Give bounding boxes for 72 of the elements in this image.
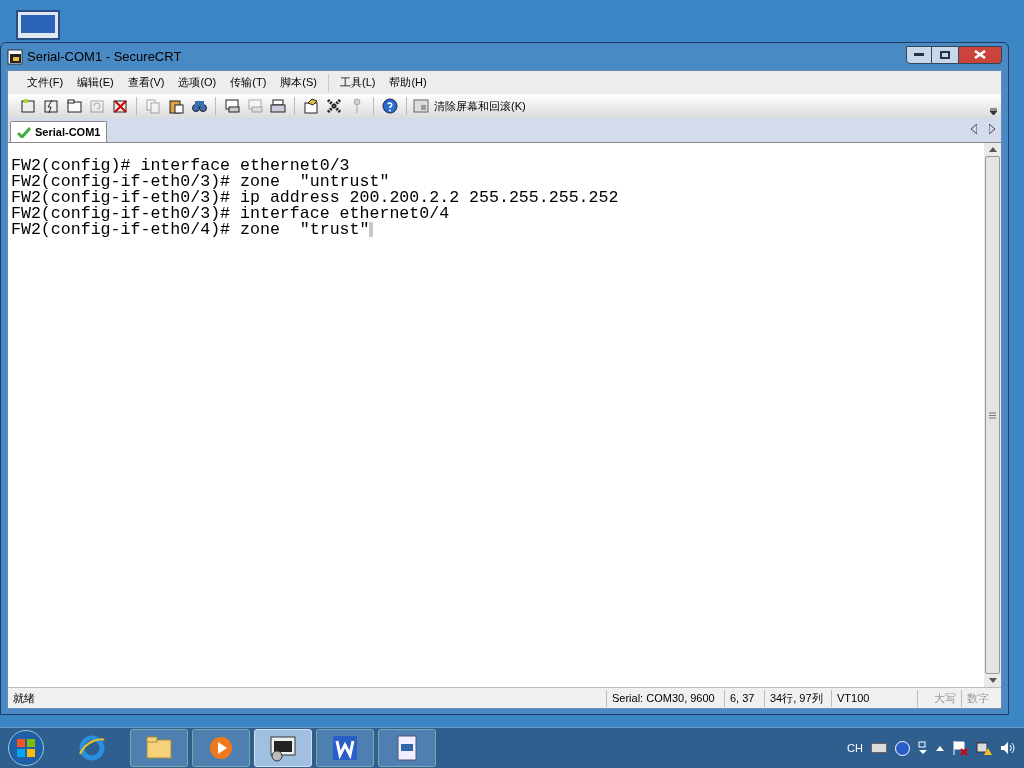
vertical-scrollbar[interactable]: [984, 143, 1001, 687]
terminal-line: FW2(config-if-eth0/3)# zone "untrust": [11, 174, 390, 190]
close-button[interactable]: [958, 45, 1002, 64]
status-text: Serial: COM30, 9600: [606, 689, 724, 707]
lightning-icon: [43, 98, 59, 114]
play-icon: [207, 734, 235, 762]
check-icon: [17, 126, 31, 138]
print-icon: [224, 98, 240, 114]
toolbar-button[interactable]: [324, 96, 344, 116]
speaker-icon[interactable]: [1000, 741, 1016, 755]
windows-logo-icon: [16, 738, 36, 758]
status-text: 就绪: [12, 690, 36, 706]
grip-icon: [989, 411, 996, 419]
taskbar-button[interactable]: [316, 729, 374, 767]
printer-icon: [270, 98, 286, 114]
menu-item[interactable]: 查看(V): [120, 72, 172, 93]
tools-icon: [326, 98, 342, 114]
language-indicator[interactable]: CH: [847, 739, 863, 757]
maximize-icon: [940, 50, 950, 59]
menu-item[interactable]: 编辑(E): [70, 72, 121, 93]
w-logo-icon: [331, 734, 359, 762]
toolbar-button[interactable]: [268, 96, 288, 116]
folder-icon: [145, 734, 173, 762]
minimize-button[interactable]: [906, 45, 932, 64]
disconnect-icon: [112, 98, 128, 114]
overflow-icon[interactable]: [990, 108, 997, 116]
binoculars-icon: [191, 98, 207, 114]
menu-item[interactable]: 帮助(H): [382, 72, 434, 93]
paste-icon: [168, 98, 184, 114]
flag-icon[interactable]: [952, 740, 968, 756]
scrollbar-thumb[interactable]: [985, 156, 1000, 674]
refresh-icon: [89, 98, 105, 114]
menu-item[interactable]: 选项(O): [171, 72, 224, 93]
scroll-up-icon[interactable]: [988, 147, 997, 152]
terminal-icon: [269, 734, 297, 762]
clear-screen-button[interactable]: 清除屏幕和回滚(K): [413, 96, 526, 116]
folder-icon: [66, 98, 82, 114]
toolbar-button[interactable]: [64, 96, 84, 116]
options-icon[interactable]: [918, 741, 928, 755]
menu-item[interactable]: 工具(L): [333, 72, 383, 93]
settings-icon: [303, 98, 319, 114]
menu-item[interactable]: 传输(T): [223, 72, 274, 93]
show-hidden-icons-icon[interactable]: [936, 745, 944, 751]
scroll-right-icon[interactable]: [989, 124, 995, 134]
app-icon: [7, 48, 23, 65]
maximize-button[interactable]: [932, 45, 958, 64]
status-text: 大写: [917, 689, 961, 707]
terminal-line: FW2(config-if-eth0/3)# ip address 200.200.2.2 255.255.255.252: [11, 190, 619, 206]
close-icon: [974, 50, 986, 59]
network-warning-icon[interactable]: [976, 740, 992, 756]
start-button[interactable]: [8, 730, 44, 766]
status-text: 数字: [961, 689, 1001, 707]
toolbar-button[interactable]: [301, 96, 321, 116]
menu-item[interactable]: 脚本(S): [273, 72, 324, 93]
status-text: 34行, 97列: [764, 689, 831, 707]
clear-screen-icon: [413, 98, 429, 114]
toolbar-button[interactable]: [222, 96, 242, 116]
copy-icon: [145, 98, 161, 114]
terminal-line: FW2(config-if-eth0/4)# zone "trust": [11, 222, 370, 238]
scroll-down-icon[interactable]: [988, 678, 997, 683]
session-tab[interactable]: Serial-COM1: [10, 121, 108, 142]
terminal-line: FW2(config-if-eth0/3)# interface ethernet0/4: [11, 206, 450, 222]
status-text: 6, 37: [724, 689, 764, 707]
browser-icon: [78, 734, 106, 762]
terminal-line: FW2(config)# interface ethernet0/3: [11, 158, 350, 174]
status-text: VT100: [831, 689, 917, 707]
print-icon: [247, 98, 263, 114]
scroll-left-icon[interactable]: [971, 124, 977, 134]
desktop-computer-icon[interactable]: [16, 10, 60, 40]
window-title: Serial-COM1 - SecureCRT: [27, 47, 182, 66]
menu-item[interactable]: 文件(F): [20, 72, 71, 93]
minimize-icon: [914, 52, 924, 57]
